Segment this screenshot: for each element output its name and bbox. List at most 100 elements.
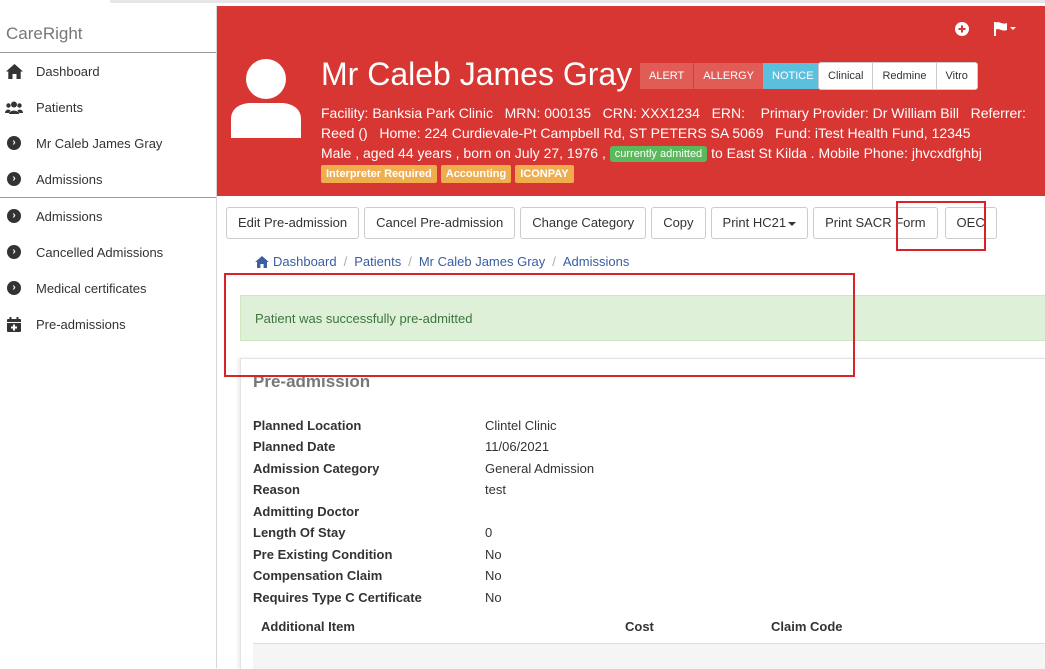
demographics-text: Male , aged 44 years , born on July 27, … [321, 145, 606, 161]
sidebar-item-patient[interactable]: › Mr Caleb James Gray [0, 128, 216, 158]
sidebar-item-patients[interactable]: Patients [0, 92, 216, 122]
plus-circle-icon[interactable] [955, 22, 969, 39]
brand-name: CareRight [6, 24, 83, 43]
field-row: Pre Existing Condition No [253, 547, 853, 567]
print-hc21-label: Print HC21 [722, 215, 787, 230]
patient-tags: Interpreter Required Accounting ICONPAY [321, 165, 578, 183]
external-links-group: Clinical Redmine Vitro [818, 62, 978, 90]
chevron-circle-right-icon: › [5, 135, 23, 151]
sidebar-divider [0, 197, 216, 198]
field-label: Length Of Stay [253, 525, 346, 540]
field-row: Admission Category General Admission [253, 461, 853, 481]
top-strip-bar [110, 0, 1045, 3]
print-hc21-button[interactable]: Print HC21 [710, 207, 809, 239]
field-row: Admitting Doctor [253, 504, 853, 524]
patient-name: Mr Caleb James Gray [321, 56, 633, 92]
brand-divider [0, 52, 216, 53]
breadcrumb-patient[interactable]: Mr Caleb James Gray [419, 254, 545, 269]
field-label: Pre Existing Condition [253, 547, 393, 562]
sidebar-item-label: Medical certificates [36, 280, 147, 296]
field-label: Compensation Claim [253, 568, 383, 583]
calendar-plus-icon [5, 316, 23, 332]
sidebar-item-pre-admissions[interactable]: Pre-admissions [0, 309, 216, 339]
sidebar-item-admissions[interactable]: › Admissions [0, 164, 216, 194]
allergy-badge[interactable]: ALLERGY [693, 63, 764, 89]
location-phone-text: to East St Kilda . Mobile Phone: jhvcxdf… [711, 145, 982, 161]
users-icon [5, 99, 23, 115]
sidebar-item-label: Pre-admissions [36, 316, 126, 332]
home-icon [5, 63, 23, 79]
patient-info-line-2: Reed () Home: 224 Curdievale-Pt Campbell… [321, 125, 971, 141]
avatar [231, 58, 301, 138]
sidebar-item-label: Cancelled Admissions [36, 244, 164, 260]
field-label: Reason [253, 482, 300, 497]
action-toolbar: Edit Pre-admission Cancel Pre-admission … [226, 207, 1002, 239]
highlight-box-alert [224, 273, 855, 377]
edit-pre-admission-button[interactable]: Edit Pre-admission [226, 207, 360, 239]
field-row: Planned Date 11/06/2021 [253, 439, 853, 459]
field-value: Clintel Clinic [485, 418, 557, 433]
field-label: Admitting Doctor [253, 504, 360, 519]
column-header-claim-code: Claim Code [771, 619, 843, 634]
field-label: Planned Location [253, 418, 362, 433]
patient-info-line-1: Facility: Banksia Park Clinic MRN: 00013… [321, 105, 1026, 121]
chevron-circle-right-icon: › [5, 208, 23, 224]
breadcrumb: Dashboard / Patients / Mr Caleb James Gr… [255, 254, 629, 269]
sidebar-item-dashboard[interactable]: Dashboard [0, 56, 216, 86]
field-value: 0 [485, 525, 493, 540]
field-row: Planned Location Clintel Clinic [253, 418, 853, 438]
breadcrumb-admissions[interactable]: Admissions [563, 254, 629, 269]
patient-info-line-3: Male , aged 44 years , born on July 27, … [321, 145, 982, 162]
cancel-pre-admission-button[interactable]: Cancel Pre-admission [364, 207, 516, 239]
field-value: No [485, 590, 502, 605]
tag-interpreter-required: Interpreter Required [321, 165, 437, 183]
field-label: Admission Category [253, 461, 380, 476]
sidebar-item-admissions-list[interactable]: › Admissions [0, 201, 216, 231]
chevron-circle-right-icon: › [5, 244, 23, 260]
change-category-button[interactable]: Change Category [520, 207, 647, 239]
flag-icon[interactable] [993, 21, 1017, 40]
column-header-cost: Cost [625, 619, 654, 634]
sidebar-item-cancelled-admissions[interactable]: › Cancelled Admissions [0, 237, 216, 267]
notice-badge[interactable]: NOTICE [763, 63, 823, 89]
sidebar: CareRight Dashboard Patients › Mr Caleb … [0, 6, 217, 668]
sidebar-item-label: Admissions [36, 208, 103, 224]
field-value: test [485, 482, 506, 497]
breadcrumb-separator: / [408, 254, 412, 269]
admission-status-label: currently admitted [609, 146, 708, 162]
highlight-box-oec [896, 201, 986, 251]
sidebar-item-label: Dashboard [36, 63, 100, 79]
field-row: Compensation Claim No [253, 568, 853, 588]
badge-group: ALERT ALLERGY NOTICE [640, 63, 823, 89]
vitro-button[interactable]: Vitro [937, 63, 977, 89]
chevron-circle-right-icon: › [5, 171, 23, 187]
tag-iconpay: ICONPAY [515, 165, 574, 183]
breadcrumb-separator: / [552, 254, 556, 269]
chevron-circle-right-icon: › [5, 280, 23, 296]
field-value: No [485, 547, 502, 562]
home-icon [255, 255, 269, 268]
field-row: Requires Type C Certificate No [253, 590, 853, 610]
sidebar-item-label: Patients [36, 99, 83, 115]
clinical-button[interactable]: Clinical [819, 63, 874, 89]
field-label: Requires Type C Certificate [253, 590, 422, 605]
breadcrumb-separator: / [343, 254, 348, 269]
column-header-additional-item: Additional Item [261, 619, 355, 634]
table-row [253, 644, 1045, 669]
field-row: Reason test [253, 482, 853, 502]
sidebar-item-medical-certificates[interactable]: › Medical certificates [0, 273, 216, 303]
patient-header: Mr Caleb James Gray ALERT ALLERGY NOTICE… [217, 6, 1045, 196]
field-value: General Admission [485, 461, 595, 476]
copy-button[interactable]: Copy [651, 207, 706, 239]
sidebar-item-label: Admissions [36, 171, 103, 187]
redmine-button[interactable]: Redmine [873, 63, 937, 89]
breadcrumb-dashboard[interactable]: Dashboard [273, 254, 337, 269]
caret-down-icon [788, 221, 797, 226]
alert-badge[interactable]: ALERT [640, 63, 694, 89]
field-row: Length Of Stay 0 [253, 525, 853, 545]
tag-accounting: Accounting [440, 165, 512, 183]
breadcrumb-patients[interactable]: Patients [354, 254, 401, 269]
field-label: Planned Date [253, 439, 336, 454]
pre-admission-panel: Pre-admission Planned Location Clintel C… [240, 358, 1045, 669]
additional-items-table-header: Additional Item Cost Claim Code [253, 613, 1045, 644]
